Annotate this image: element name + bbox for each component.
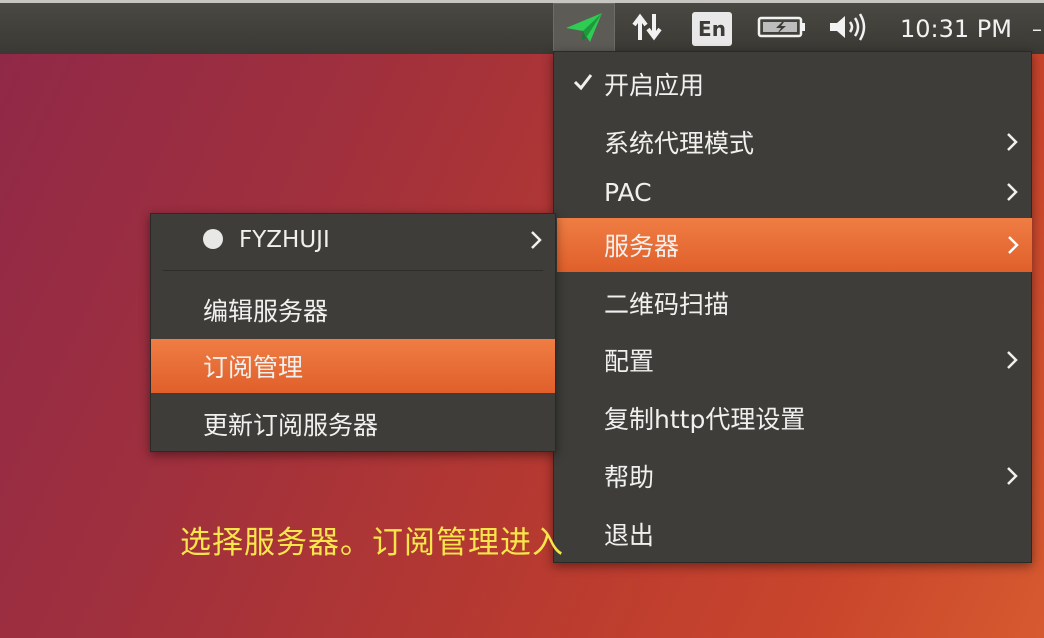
battery-icon: [756, 13, 808, 45]
battery-tray-button[interactable]: [752, 3, 812, 54]
volume-tray-button[interactable]: [824, 3, 872, 54]
menu-item-label: FYZHUJI: [239, 227, 330, 253]
menu-item-subscription-manage[interactable]: 订阅管理: [151, 339, 555, 393]
menu-item-label: PAC: [604, 177, 652, 207]
menu-item-label: 更新订阅服务器: [203, 411, 379, 440]
server-submenu: FYZHUJI 编辑服务器 订阅管理 更新订阅服务器: [150, 213, 556, 452]
menu-item-label: 系统代理模式: [604, 129, 755, 158]
menu-item-edit-servers[interactable]: 编辑服务器: [151, 284, 555, 336]
menu-item-qr-scan[interactable]: 二维码扫描: [554, 277, 1031, 329]
checkmark-icon: [572, 70, 594, 99]
chevron-right-icon: [1005, 166, 1019, 218]
paper-plane-icon: [564, 10, 604, 48]
menu-item-servers[interactable]: 服务器: [557, 218, 1032, 272]
menu-item-quit[interactable]: 退出: [554, 508, 1031, 560]
menu-item-label: 服务器: [604, 232, 680, 261]
annotation-caption: 选择服务器。订阅管理进入: [180, 525, 564, 561]
network-tray-button[interactable]: [622, 3, 672, 54]
menu-item-help[interactable]: 帮助: [554, 450, 1031, 502]
session-menu-button[interactable]: –: [1030, 3, 1044, 54]
chevron-right-icon: [1006, 218, 1020, 272]
menu-item-enable[interactable]: 开启应用: [554, 58, 1031, 110]
chevron-right-icon: [1005, 334, 1019, 386]
menu-item-label: 退出: [604, 521, 655, 550]
main-menu: 开启应用 系统代理模式 PAC 服务器 二维码扫描 配置 复制http代理设置 …: [553, 51, 1032, 563]
network-arrows-icon: [630, 11, 664, 47]
shadowsocks-tray-button[interactable]: [553, 3, 615, 54]
menu-item-label: 开启应用: [604, 71, 705, 100]
menu-item-pac[interactable]: PAC: [554, 166, 1031, 218]
radio-bullet-icon: [203, 229, 223, 249]
menu-item-label: 配置: [604, 347, 655, 376]
chevron-right-icon: [1005, 116, 1019, 168]
volume-icon: [827, 12, 869, 46]
top-panel: En 10:31 PM –: [0, 0, 1044, 54]
chevron-right-icon: [1005, 450, 1019, 502]
clock-button[interactable]: 10:31 PM: [888, 3, 1024, 54]
session-indicator-icon: –: [1032, 16, 1042, 41]
clock-text: 10:31 PM: [900, 14, 1012, 43]
menu-item-update-subscription[interactable]: 更新订阅服务器: [151, 398, 555, 450]
chevron-right-icon: [529, 214, 543, 266]
menu-item-label: 帮助: [604, 463, 655, 492]
server-item-fyzhuji[interactable]: FYZHUJI: [151, 214, 555, 266]
menu-item-proxy-mode[interactable]: 系统代理模式: [554, 116, 1031, 168]
menu-item-label: 编辑服务器: [203, 297, 329, 326]
menu-item-label: 复制http代理设置: [604, 405, 806, 434]
keyboard-layout-indicator: En: [692, 11, 732, 46]
keyboard-layout-button[interactable]: En: [688, 3, 736, 54]
menu-separator: [163, 270, 543, 271]
menu-item-label: 二维码扫描: [604, 290, 730, 319]
menu-item-label: 订阅管理: [203, 353, 304, 382]
menu-item-config[interactable]: 配置: [554, 334, 1031, 386]
menu-item-copy-http-proxy[interactable]: 复制http代理设置: [554, 392, 1031, 444]
